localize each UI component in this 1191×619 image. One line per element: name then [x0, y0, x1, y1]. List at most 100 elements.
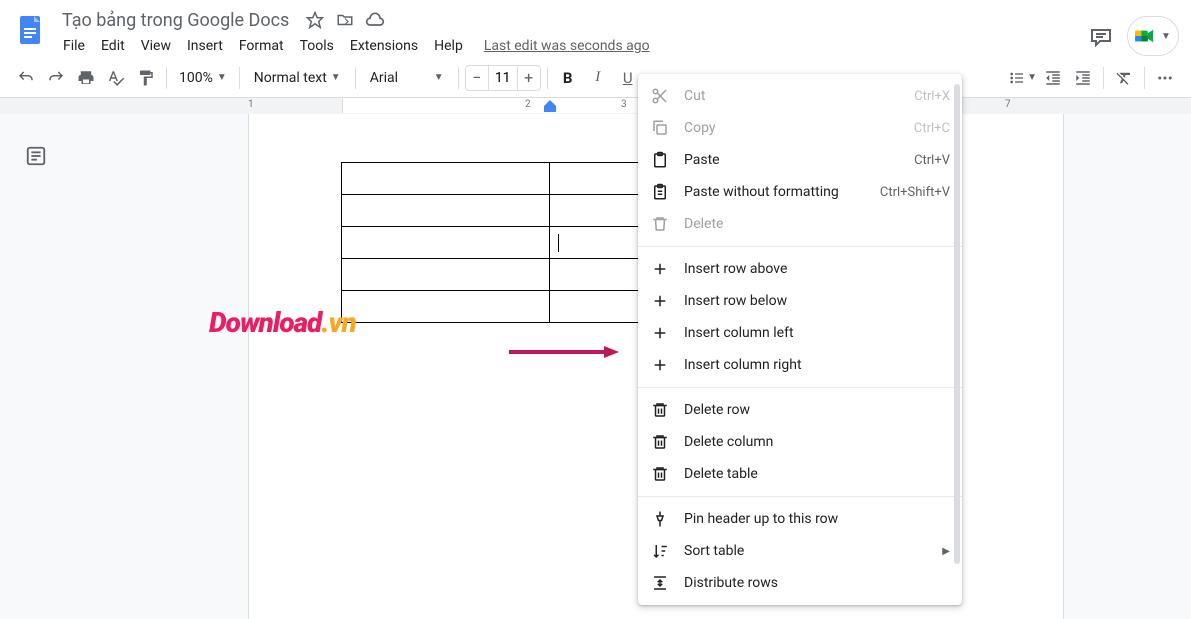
cut-icon: [650, 86, 670, 106]
paragraph-style-select[interactable]: Normal text▼: [246, 64, 349, 92]
ctx-shortcut: Ctrl+Shift+V: [880, 185, 950, 200]
menu-edit[interactable]: Edit: [94, 34, 132, 58]
ctx-distribute-rows[interactable]: Distribute rows: [638, 567, 962, 599]
separator: [638, 387, 962, 388]
separator: [1144, 67, 1145, 89]
editor-area: Download.vn: [0, 114, 1191, 619]
bulleted-list-button[interactable]: ▼: [1009, 64, 1037, 92]
print-button[interactable]: [72, 64, 100, 92]
ctx-delete-row[interactable]: Delete row: [638, 394, 962, 426]
paint-format-button[interactable]: [132, 64, 160, 92]
separator: [638, 246, 962, 247]
chevron-right-icon: ▶: [942, 546, 950, 557]
redo-button[interactable]: [42, 64, 70, 92]
paste-icon: [650, 150, 670, 170]
toolbar-right: ▼: [1009, 64, 1179, 92]
scrollbar[interactable]: [954, 84, 960, 564]
separator: [166, 67, 167, 89]
ruler-tick: 1: [248, 99, 254, 110]
separator: [547, 67, 548, 89]
document-title[interactable]: Tạo bảng trong Google Docs: [56, 8, 295, 33]
ctx-item-label: Pin header up to this row: [684, 511, 950, 527]
ruler-tick: 7: [1005, 99, 1011, 110]
ctx-item-label: Distribute rows: [684, 575, 950, 591]
zoom-select[interactable]: 100%▼: [173, 64, 233, 92]
star-icon[interactable]: [305, 10, 325, 30]
menu-file[interactable]: File: [56, 34, 92, 58]
table-cell[interactable]: [342, 195, 550, 227]
separator: [1103, 67, 1104, 89]
ctx-insert-row-above[interactable]: Insert row above: [638, 253, 962, 285]
app-header: Tạo bảng trong Google Docs File Edit Vie…: [0, 0, 1191, 58]
ctx-item-label: Insert column left: [684, 325, 950, 341]
move-icon[interactable]: [335, 10, 355, 30]
font-size-input[interactable]: [488, 66, 518, 90]
separator: [239, 67, 240, 89]
ctx-item-label: Sort table: [684, 543, 934, 559]
watermark: Download.vn: [209, 306, 356, 339]
ruler-tick: 3: [621, 99, 627, 110]
undo-button[interactable]: [12, 64, 40, 92]
font-select[interactable]: Arial▼: [362, 64, 452, 92]
ruler[interactable]: 1 2 3 7: [0, 98, 1191, 114]
ctx-insert-row-below[interactable]: Insert row below: [638, 285, 962, 317]
comments-button[interactable]: [1089, 24, 1113, 48]
paste-nofmt-icon: [650, 182, 670, 202]
menu-view[interactable]: View: [134, 34, 178, 58]
font-size-group: − +: [465, 65, 541, 91]
meet-button[interactable]: ▼: [1127, 16, 1179, 56]
delete-icon: [650, 214, 670, 234]
trash-icon: [650, 400, 670, 420]
cloud-saved-icon[interactable]: [365, 10, 385, 30]
font-size-decrease[interactable]: −: [466, 66, 488, 90]
separator: [458, 67, 459, 89]
trash-icon: [650, 432, 670, 452]
ctx-item-label: Delete column: [684, 434, 950, 450]
table-cell[interactable]: [342, 259, 550, 291]
arrow-annotation-icon: [509, 346, 619, 358]
menu-bar: File Edit View Insert Format Tools Exten…: [56, 34, 1089, 58]
ctx-sort-table[interactable]: Sort table ▶: [638, 535, 962, 567]
clear-formatting-button[interactable]: [1110, 64, 1138, 92]
menu-format[interactable]: Format: [232, 34, 291, 58]
ctx-insert-column-left[interactable]: Insert column left: [638, 317, 962, 349]
more-button[interactable]: [1151, 64, 1179, 92]
ctx-item-label: Delete row: [684, 402, 950, 418]
distribute-icon: [650, 573, 670, 593]
add-icon: [650, 323, 670, 343]
ctx-item-label: Paste without formatting: [684, 184, 880, 200]
ctx-item-label: Delete table: [684, 466, 950, 482]
docs-logo[interactable]: [12, 12, 48, 48]
last-edit-link[interactable]: Last edit was seconds ago: [484, 38, 650, 54]
menu-extensions[interactable]: Extensions: [343, 34, 425, 58]
ctx-delete-column[interactable]: Delete column: [638, 426, 962, 458]
table-cell[interactable]: [342, 163, 550, 195]
indent-marker-icon[interactable]: [544, 98, 556, 114]
ctx-shortcut: Ctrl+C: [914, 121, 950, 136]
indent-decrease-button[interactable]: [1039, 64, 1067, 92]
ctx-paste[interactable]: PasteCtrl+V: [638, 144, 962, 176]
ctx-paste-without-formatting[interactable]: Paste without formattingCtrl+Shift+V: [638, 176, 962, 208]
bold-button[interactable]: B: [554, 64, 582, 92]
ctx-insert-column-right[interactable]: Insert column right: [638, 349, 962, 381]
outline-toggle[interactable]: [22, 142, 50, 170]
table-cell[interactable]: [342, 227, 550, 259]
toolbar: 100%▼ Normal text▼ Arial▼ − + B I U ▼: [0, 58, 1191, 98]
menu-tools[interactable]: Tools: [293, 34, 341, 58]
ctx-pin-header-up-to-this-row[interactable]: Pin header up to this row: [638, 503, 962, 535]
italic-button[interactable]: I: [584, 64, 612, 92]
spellcheck-button[interactable]: [102, 64, 130, 92]
ctx-item-label: Insert row above: [684, 261, 950, 277]
header-content: Tạo bảng trong Google Docs File Edit Vie…: [56, 8, 1089, 58]
ctx-shortcut: Ctrl+V: [914, 153, 950, 168]
table-cell[interactable]: [342, 291, 550, 323]
context-menu: CutCtrl+XCopyCtrl+CPasteCtrl+VPaste with…: [638, 74, 962, 605]
indent-increase-button[interactable]: [1069, 64, 1097, 92]
copy-icon: [650, 118, 670, 138]
add-icon: [650, 259, 670, 279]
ctx-delete-table[interactable]: Delete table: [638, 458, 962, 490]
ctx-item-label: Cut: [684, 88, 914, 104]
font-size-increase[interactable]: +: [518, 66, 540, 90]
menu-help[interactable]: Help: [427, 34, 470, 58]
menu-insert[interactable]: Insert: [180, 34, 230, 58]
